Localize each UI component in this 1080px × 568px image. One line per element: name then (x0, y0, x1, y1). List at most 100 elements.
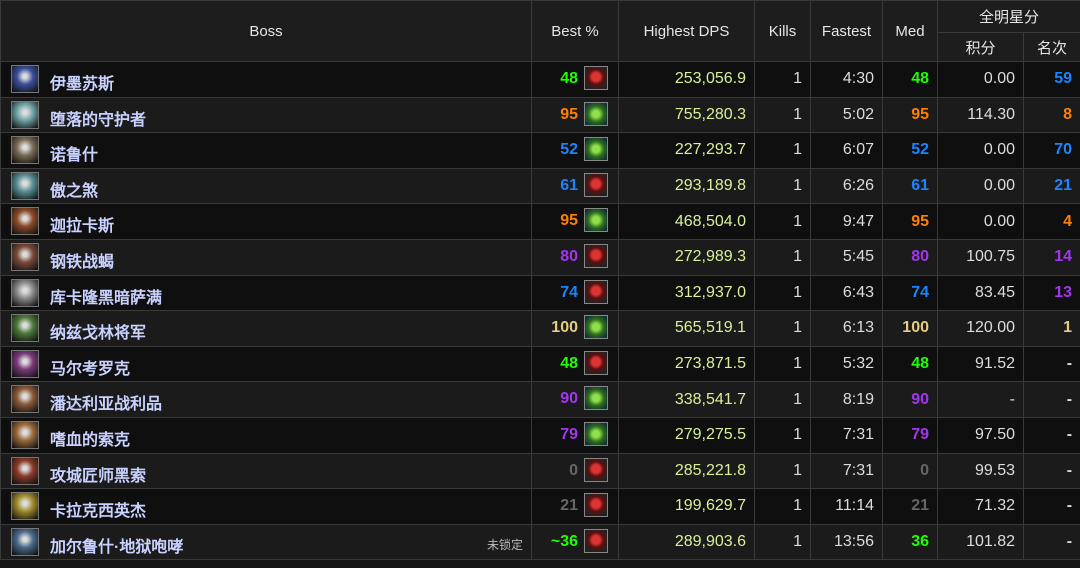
boss-portrait-icon[interactable] (11, 492, 39, 521)
boss-portrait-icon[interactable] (11, 456, 39, 485)
fastest-value[interactable]: 4:30 (810, 61, 883, 98)
fastest-header[interactable]: Fastest (810, 0, 883, 62)
best-percent-header[interactable]: Best % (531, 0, 619, 62)
boss-name-link[interactable]: 伊墨苏斯 (50, 70, 114, 94)
table-row[interactable]: 迦拉卡斯 95 468,504.0 1 9:47 95 0.00 4 (0, 203, 1080, 240)
highest-dps-value[interactable]: 273,871.5 (618, 345, 755, 383)
fastest-value[interactable]: 5:02 (810, 96, 883, 134)
boss-name-link[interactable]: 马尔考罗克 (50, 355, 130, 379)
boss-portrait-icon[interactable] (11, 420, 39, 449)
table-row[interactable]: 堕落的守护者 95 755,280.3 1 5:02 95 114.30 8 (0, 96, 1080, 134)
best-percent-value[interactable]: 95 (560, 212, 578, 230)
boss-name-link[interactable]: 库卡隆黑暗萨满 (50, 284, 162, 308)
boss-name-link[interactable]: 诺鲁什 (50, 141, 98, 165)
boss-portrait-icon[interactable] (11, 100, 39, 129)
highest-dps-value[interactable]: 338,541.7 (618, 381, 755, 418)
boss-portrait-icon[interactable] (11, 207, 39, 236)
best-percent-value[interactable]: 100 (551, 319, 578, 337)
best-percent-value[interactable]: ~36 (551, 533, 578, 551)
highest-dps-value[interactable]: 565,519.1 (618, 310, 755, 347)
boss-portrait-icon[interactable] (11, 242, 39, 271)
highest-dps-value[interactable]: 279,275.5 (618, 416, 755, 454)
table-row[interactable]: 嗜血的索克 79 279,275.5 1 7:31 79 97.50- (0, 416, 1080, 454)
table-row[interactable]: 攻城匠师黑索 0 285,221.8 1 7:31 0 99.53- (0, 452, 1080, 490)
fastest-value[interactable]: 7:31 (810, 452, 883, 490)
boss-portrait-icon[interactable] (11, 314, 39, 343)
fastest-value[interactable]: 6:13 (810, 310, 883, 347)
boss-header[interactable]: Boss (0, 0, 532, 62)
boss-name-link[interactable]: 堕落的守护者 (50, 106, 146, 130)
table-row[interactable]: 加尔鲁什·地狱咆哮 未锁定 ~36 289,903.6 1 13:56 36 101.82- (0, 523, 1080, 561)
best-percent-value[interactable]: 90 (560, 390, 578, 408)
points-header[interactable]: 积分 (937, 32, 1024, 62)
boss-portrait-icon[interactable] (11, 171, 39, 200)
boss-portrait-icon[interactable] (11, 527, 39, 556)
boss-portrait-icon[interactable] (11, 385, 39, 414)
best-percent-value[interactable]: 21 (560, 497, 578, 515)
highest-dps-header[interactable]: Highest DPS (618, 0, 755, 62)
kills-value: 1 (754, 452, 811, 490)
boss-name-link[interactable]: 攻城匠师黑索 (50, 462, 146, 486)
highest-dps-value[interactable]: 468,504.0 (618, 203, 755, 240)
highest-dps-value[interactable]: 289,903.6 (618, 523, 755, 561)
fastest-value[interactable]: 6:26 (810, 167, 883, 205)
best-percent-value[interactable]: 61 (560, 177, 578, 195)
med-header[interactable]: Med (882, 0, 938, 62)
table-row[interactable]: 伊墨苏斯 48 253,056.9 1 4:30 48 0.00 59 (0, 61, 1080, 98)
best-percent-value[interactable]: 79 (560, 426, 578, 444)
highest-dps-value[interactable]: 293,189.8 (618, 167, 755, 205)
rank-value: 13 (1022, 274, 1080, 312)
boss-name-link[interactable]: 迦拉卡斯 (50, 212, 114, 236)
highest-dps-value[interactable]: 285,221.8 (618, 452, 755, 490)
fastest-value[interactable]: 5:45 (810, 238, 883, 276)
best-percent-value[interactable]: 80 (560, 248, 578, 266)
fastest-value[interactable]: 6:07 (810, 132, 883, 169)
all-stars-header: 全明星分 (936, 0, 1080, 33)
highest-dps-value[interactable]: 227,293.7 (618, 132, 755, 169)
best-percent-value[interactable]: 74 (560, 284, 578, 302)
rank-value: - (1022, 416, 1080, 454)
table-row[interactable]: 库卡隆黑暗萨满 74 312,937.0 1 6:43 74 83.45 13 (0, 274, 1080, 312)
rank-value: - (1022, 523, 1080, 561)
kills-header[interactable]: Kills (754, 0, 811, 62)
best-percent-value[interactable]: 0 (569, 462, 578, 480)
table-row[interactable]: 傲之煞 61 293,189.8 1 6:26 61 0.00 21 (0, 167, 1080, 205)
best-percent-cell: 90 (531, 381, 619, 418)
fastest-value[interactable]: 5:32 (810, 345, 883, 383)
boss-name-link[interactable]: 潘达利亚战利品 (50, 390, 162, 414)
table-row[interactable]: 纳兹戈林将军 100 565,519.1 1 6:13 100 120.00 1 (0, 310, 1080, 347)
table-row[interactable]: 潘达利亚战利品 90 338,541.7 1 8:19 90- - (0, 381, 1080, 418)
boss-cell: 钢铁战蝎 (0, 238, 532, 276)
best-percent-value[interactable]: 95 (560, 106, 578, 124)
fastest-value[interactable]: 7:31 (810, 416, 883, 454)
highest-dps-value[interactable]: 199,629.7 (618, 488, 755, 525)
table-row[interactable]: 钢铁战蝎 80 272,989.3 1 5:45 80 100.75 14 (0, 238, 1080, 276)
fastest-value[interactable]: 9:47 (810, 203, 883, 240)
boss-name-link[interactable]: 卡拉克西英杰 (50, 497, 146, 521)
fastest-value[interactable]: 8:19 (810, 381, 883, 418)
table-row[interactable]: 诺鲁什 52 227,293.7 1 6:07 52 0.00 70 (0, 132, 1080, 169)
boss-name-link[interactable]: 加尔鲁什·地狱咆哮 (50, 533, 183, 557)
best-percent-value[interactable]: 48 (560, 355, 578, 373)
fastest-value[interactable]: 6:43 (810, 274, 883, 312)
boss-name-link[interactable]: 钢铁战蝎 (50, 248, 114, 272)
boss-portrait-icon[interactable] (11, 349, 39, 378)
boss-name-link[interactable]: 纳兹戈林将军 (50, 319, 146, 343)
boss-portrait-icon[interactable] (11, 136, 39, 165)
demon-face-icon (584, 528, 608, 553)
highest-dps-value[interactable]: 312,937.0 (618, 274, 755, 312)
rank-header[interactable]: 名次 (1022, 32, 1080, 62)
highest-dps-value[interactable]: 253,056.9 (618, 61, 755, 98)
highest-dps-value[interactable]: 272,989.3 (618, 238, 755, 276)
best-percent-value[interactable]: 48 (560, 70, 578, 88)
boss-portrait-icon[interactable] (11, 278, 39, 307)
fastest-value[interactable]: 11:14 (810, 488, 883, 525)
boss-portrait-icon[interactable] (11, 65, 39, 93)
boss-name-link[interactable]: 傲之煞 (50, 177, 98, 201)
best-percent-value[interactable]: 52 (560, 141, 578, 159)
highest-dps-value[interactable]: 755,280.3 (618, 96, 755, 134)
fastest-value[interactable]: 13:56 (810, 523, 883, 561)
table-row[interactable]: 马尔考罗克 48 273,871.5 1 5:32 48 91.52- (0, 345, 1080, 383)
table-row[interactable]: 卡拉克西英杰 21 199,629.7 1 11:14 21 71.32- (0, 488, 1080, 525)
boss-name-link[interactable]: 嗜血的索克 (50, 426, 130, 450)
